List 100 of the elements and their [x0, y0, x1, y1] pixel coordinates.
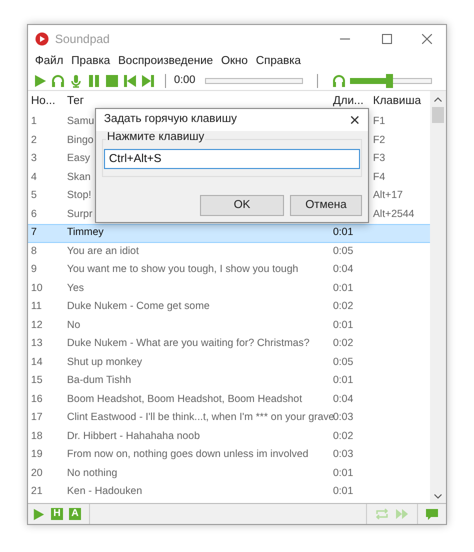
table-cell-text: From now on, nothing goes down unless im involved [67, 448, 308, 462]
next-icon[interactable] [141, 74, 155, 88]
table-row[interactable]: 7 Timmey 0:01 [28, 224, 430, 242]
cancel-button[interactable]: Отмена [290, 195, 362, 216]
table-cell-text: 12 [31, 318, 43, 333]
menu-item[interactable]: Правка [67, 52, 114, 70]
table-cell-text: 20 [31, 466, 43, 481]
ok-button[interactable]: OK [200, 195, 284, 216]
table-row[interactable]: 10 Yes 0:01 [28, 280, 430, 298]
table-cell-text: 17 [31, 411, 43, 426]
stop-icon[interactable] [105, 74, 119, 88]
maximize-icon[interactable] [382, 34, 392, 44]
table-cell-text: 19 [31, 448, 43, 462]
table-row[interactable]: 19 From now on, nothing goes down unless im involved 0:03 [28, 446, 430, 464]
table-cell-text: 0:04 [333, 263, 354, 278]
table-cell-text: Duke Nukem - What are you waiting for? Christmas? [67, 337, 310, 352]
table-cell-text: 0:02 [333, 337, 354, 352]
column-header[interactable]: Клавиша [373, 93, 430, 111]
table-row[interactable]: 9 You want me to show you tough, I show you tough 0:04 [28, 261, 430, 280]
table-cell-text: 18 [31, 430, 43, 444]
group-label: Нажмите клавишу [106, 132, 206, 144]
table-cell-text: 21 [31, 485, 43, 500]
menu-item[interactable]: Окно [217, 52, 252, 70]
table-cell-text: Surpr [67, 208, 92, 222]
table-cell-text: Dr. Hibbert - Hahahaha noob [67, 430, 200, 444]
table-cell-text: Duke Nukem - Come get some [67, 300, 210, 314]
menu-item[interactable]: Файл [31, 52, 68, 70]
table-cell-text: 14 [31, 356, 43, 370]
table-row[interactable]: 20 No nothing 0:01 [28, 464, 430, 483]
table-cell-text: 0:01 [333, 226, 354, 240]
time-label: 0:00 [174, 73, 196, 88]
table-cell-text: Easy [67, 152, 90, 166]
table-cell-text: Skan [67, 170, 91, 185]
table-cell-text: 0:03 [333, 411, 354, 426]
table-cell-text: Ba-dum Tishh [67, 374, 132, 388]
speech-bubble-icon[interactable] [425, 508, 439, 520]
headphones-icon[interactable] [51, 74, 65, 88]
table-cell-text: 11 [31, 300, 42, 314]
table-cell-text: 0:01 [333, 485, 354, 500]
column-header[interactable]: Но... [28, 93, 65, 111]
table-cell-text: 0:01 [333, 466, 354, 481]
table-row[interactable]: 14 Shut up monkey 0:05 [28, 354, 430, 372]
scrollbar[interactable] [430, 91, 446, 503]
app-logo-icon [35, 32, 49, 46]
column-header[interactable]: Тег [65, 93, 333, 111]
table-cell-text: 2 [31, 134, 37, 148]
table-cell-text: 16 [31, 392, 43, 407]
table-cell-text: 10 [31, 282, 43, 296]
table-cell-text: 0:03 [333, 448, 354, 462]
table-cell-text: 6 [31, 208, 37, 222]
table-cell-text: 8 [31, 244, 37, 259]
table-row[interactable]: 11 Duke Nukem - Come get some 0:02 [28, 298, 430, 316]
table-cell-text: 0:02 [333, 430, 354, 444]
table-cell-text: Shut up monkey [67, 356, 142, 370]
table-row[interactable]: 8 You are an idiot 0:05 [28, 242, 430, 261]
table-cell-text: 4 [31, 170, 37, 185]
table-row[interactable]: 17 Clint Eastwood - I'll be think...t, when I'm *** on your grave0:03 [28, 409, 430, 428]
table-cell-text: 0:02 [333, 300, 354, 314]
table-row[interactable]: 16 Boom Headshot, Boom Headshot, Boom Headshot 0:04 [28, 390, 430, 409]
table-cell-text: No nothing [67, 466, 118, 481]
hotkey-input-field[interactable]: Ctrl+Alt+S [104, 149, 360, 169]
scroll-up-icon[interactable] [434, 97, 442, 102]
volume-thumb[interactable] [386, 74, 393, 88]
menu-item[interactable]: Воспроизведение [114, 52, 218, 70]
table-row[interactable]: 15 Ba-dum Tishh 0:01 [28, 372, 430, 390]
play-icon[interactable] [33, 74, 47, 88]
table-cell-text: 15 [31, 374, 43, 388]
table-cell-text: 0:01 [333, 318, 354, 333]
scroll-thumb[interactable] [432, 107, 444, 123]
table-row[interactable]: 18 Dr. Hibbert - Hahahaha noob 0:02 [28, 428, 430, 446]
table-cell-text: No [67, 318, 80, 333]
table-cell-text: Bingo [67, 134, 94, 148]
close-icon[interactable] [422, 34, 432, 44]
table-row[interactable]: 21 Ken - Hadouken 0:01 [28, 483, 430, 502]
play-icon[interactable] [32, 508, 45, 520]
table-row[interactable]: 12 No 0:01 [28, 316, 430, 335]
table-cell-text: You want me to show you tough, I show you tough [67, 263, 298, 278]
microphone-icon[interactable] [69, 74, 83, 88]
table-cell-text: Clint Eastwood - I'll be think...t, when I'm *** on your grave [67, 411, 334, 426]
table-cell-text: 0:05 [333, 356, 354, 370]
close-button[interactable]: × [349, 111, 360, 129]
dialog-title: Задать горячую клавишу [104, 112, 237, 128]
table-cell-text: Yes [67, 282, 84, 296]
previous-icon[interactable] [123, 74, 137, 88]
headphones-icon[interactable] [332, 74, 346, 88]
volume-slider[interactable] [350, 74, 432, 88]
table-cell-text: Alt+2544 [373, 208, 414, 222]
window-title: Soundpad [55, 30, 110, 48]
menu-item[interactable]: Справка [252, 52, 305, 70]
progress-track[interactable] [205, 78, 304, 84]
scroll-down-icon[interactable] [434, 494, 442, 499]
table-cell-text: F4 [373, 170, 386, 185]
table-cell-text: Alt+17 [373, 189, 403, 204]
table-cell-text: 7 [31, 226, 37, 240]
table-cell-text: 3 [31, 152, 37, 166]
pause-icon[interactable] [87, 74, 101, 88]
table-cell-text: Timmey [67, 226, 104, 240]
table-row[interactable]: 13 Duke Nukem - What are you waiting for? Christmas? 0:02 [28, 335, 430, 354]
column-header[interactable]: Дли... [333, 93, 373, 111]
table-cell-text: Ken - Hadouken [67, 485, 142, 500]
